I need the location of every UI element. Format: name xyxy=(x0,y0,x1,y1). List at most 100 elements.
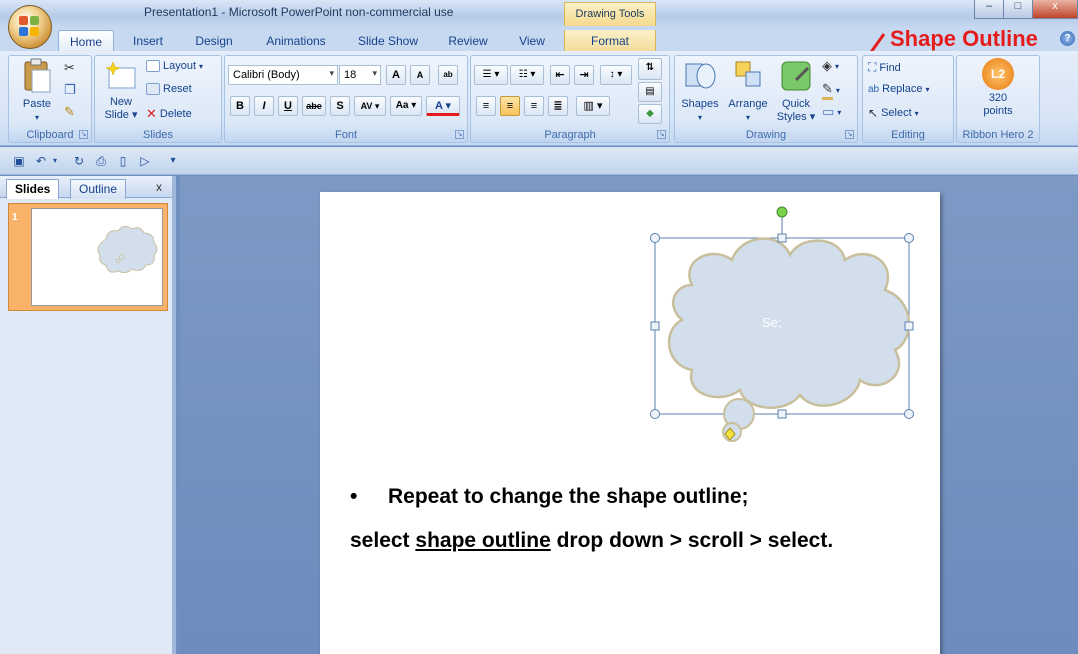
clear-formatting-button[interactable]: ab xyxy=(438,65,458,85)
bullet-text-line[interactable]: • Repeat to change the shape outline; xyxy=(350,485,749,509)
tab-format[interactable]: Format xyxy=(564,30,656,52)
justify-button[interactable]: ≣ xyxy=(548,96,568,116)
delete-slide-button[interactable]: ✕ Delete xyxy=(146,106,192,122)
shadow-label: S xyxy=(336,100,344,112)
italic-label: I xyxy=(262,100,266,112)
tab-review[interactable]: Review xyxy=(440,30,496,52)
text-direction-button[interactable]: ⇅ xyxy=(638,58,662,80)
tab-animations[interactable]: Animations xyxy=(256,30,336,52)
shape-outline-button[interactable]: ✎ ▾ xyxy=(822,81,840,100)
cut-button[interactable]: ✂ xyxy=(64,60,75,76)
strikethrough-button[interactable]: abe xyxy=(302,96,326,116)
layout-button[interactable]: Layout ▾ xyxy=(146,60,203,72)
tab-design[interactable]: Design xyxy=(186,30,242,52)
clipboard-launcher-icon[interactable]: ↘ xyxy=(79,130,88,139)
close-pane-button[interactable]: x xyxy=(156,180,162,194)
new-document-icon[interactable]: ▯ xyxy=(116,154,130,168)
close-button[interactable]: x xyxy=(1032,0,1078,19)
redo-icon[interactable]: ↻ xyxy=(72,154,86,168)
shapes-button[interactable]: Shapes ▾ xyxy=(678,58,722,124)
shape-effects-button[interactable]: ▭ ▾ xyxy=(822,104,841,120)
drawing-launcher-icon[interactable]: ↘ xyxy=(845,130,854,139)
maximize-button[interactable]: □ xyxy=(1003,0,1033,19)
instruction-text-line[interactable]: select shape outline drop down > scroll … xyxy=(350,529,833,553)
arrange-icon xyxy=(735,61,761,87)
arrange-label: Arrange xyxy=(728,98,768,110)
tab-view[interactable]: View xyxy=(508,30,556,52)
slide-thumbnail[interactable] xyxy=(31,208,163,306)
font-name-dropdown[interactable]: Calibri (Body) ▾ xyxy=(228,65,338,85)
align-left-button[interactable]: ≡ xyxy=(476,96,496,116)
tab-slides[interactable]: Slides xyxy=(6,179,60,199)
bullets-button[interactable]: ☰ ▾ xyxy=(474,65,508,85)
cloud-callout-shape[interactable] xyxy=(640,200,930,450)
save-icon[interactable]: ▣ xyxy=(12,154,26,168)
ribbon-hero-points-button[interactable]: L2 320 points xyxy=(966,58,1030,118)
format-painter-button[interactable]: ✎ xyxy=(64,104,75,120)
paragraph-group-label: Paragraph xyxy=(544,129,596,141)
tab-slide-show[interactable]: Slide Show xyxy=(350,30,426,52)
find-button[interactable]: ⛶ Find xyxy=(868,60,901,75)
paste-button[interactable]: Paste ▾ xyxy=(16,58,58,124)
new-slide-button[interactable]: New Slide ▾ xyxy=(100,60,142,122)
quick-styles-button[interactable]: Quick Styles ▾ xyxy=(774,58,818,124)
font-launcher-icon[interactable]: ↘ xyxy=(455,130,464,139)
italic-button[interactable]: I xyxy=(254,96,274,116)
undo-icon[interactable]: ↶ xyxy=(34,154,48,168)
character-spacing-button[interactable]: AV ▾ xyxy=(354,96,386,116)
ribbon-hero-label: Ribbon Hero 2 xyxy=(962,129,1034,141)
instruction-line-2-post: drop down > scroll > select. xyxy=(550,529,834,552)
underline-button[interactable]: U xyxy=(278,96,298,116)
arrange-button[interactable]: Arrange ▾ xyxy=(724,58,772,124)
resize-handle-n[interactable] xyxy=(777,233,787,243)
reset-button[interactable]: Reset xyxy=(146,83,192,95)
replace-button[interactable]: ab Replace ▾ xyxy=(868,83,930,95)
minimize-button[interactable]: – xyxy=(974,0,1004,19)
print-preview-icon[interactable]: ⎙ xyxy=(94,154,108,168)
align-right-button[interactable]: ≡ xyxy=(524,96,544,116)
resize-handle-sw[interactable] xyxy=(650,409,660,419)
points-value: 320 xyxy=(988,92,1008,104)
bold-button[interactable]: B xyxy=(230,96,250,116)
resize-handle-ne[interactable] xyxy=(904,233,914,243)
shape-outline-callout: Shape Outline xyxy=(890,26,1038,51)
shape-fill-button[interactable]: ◈ ▾ xyxy=(822,58,839,74)
resize-handle-e[interactable] xyxy=(904,321,914,331)
office-button[interactable] xyxy=(8,5,52,49)
points-label: points xyxy=(983,105,1013,117)
grow-font-button[interactable]: A xyxy=(386,65,406,85)
smartart-button[interactable]: ◆ xyxy=(638,104,662,124)
resize-handle-se[interactable] xyxy=(904,409,914,419)
slideshow-play-icon[interactable]: ▷ xyxy=(138,154,152,168)
paragraph-launcher-icon[interactable]: ↘ xyxy=(657,130,666,139)
tab-insert[interactable]: Insert xyxy=(124,30,172,52)
tab-home[interactable]: Home xyxy=(58,30,114,52)
line-spacing-button[interactable]: ↕ ▾ xyxy=(600,65,632,85)
shrink-font-button[interactable]: A xyxy=(410,65,430,85)
align-center-button[interactable]: ≡ xyxy=(500,96,520,116)
resize-handle-w[interactable] xyxy=(650,321,660,331)
select-label: Select xyxy=(881,107,912,119)
numbering-button[interactable]: ☷ ▾ xyxy=(510,65,544,85)
editing-group-label: Editing xyxy=(891,129,925,141)
tab-outline[interactable]: Outline xyxy=(70,179,127,199)
select-button[interactable]: ↖ Select ▾ xyxy=(868,106,919,120)
customize-toolbar-icon[interactable]: ▾ xyxy=(166,154,180,168)
copy-button[interactable]: ❐ xyxy=(64,82,76,98)
font-size-dropdown[interactable]: 18 ▾ xyxy=(339,65,381,85)
increase-indent-icon: ⇥ xyxy=(579,69,589,81)
instruction-line-2-pre: select xyxy=(350,529,416,552)
help-icon[interactable]: ? xyxy=(1060,31,1075,46)
resize-handle-nw[interactable] xyxy=(650,233,660,243)
resize-handle-s[interactable] xyxy=(777,409,787,419)
columns-button[interactable]: ▥ ▾ xyxy=(576,96,610,116)
decrease-indent-button[interactable]: ⇤ xyxy=(550,65,570,85)
font-color-button[interactable]: A ▾ xyxy=(426,96,460,116)
shape-text[interactable]: Se; xyxy=(762,315,782,330)
rotation-handle[interactable] xyxy=(776,206,788,218)
increase-indent-button[interactable]: ⇥ xyxy=(574,65,594,85)
shadow-button[interactable]: S xyxy=(330,96,350,116)
change-case-button[interactable]: Aa ▾ xyxy=(390,96,422,116)
undo-dropdown-icon[interactable]: ▾ xyxy=(48,154,62,168)
align-text-button[interactable]: ▤ xyxy=(638,82,662,102)
